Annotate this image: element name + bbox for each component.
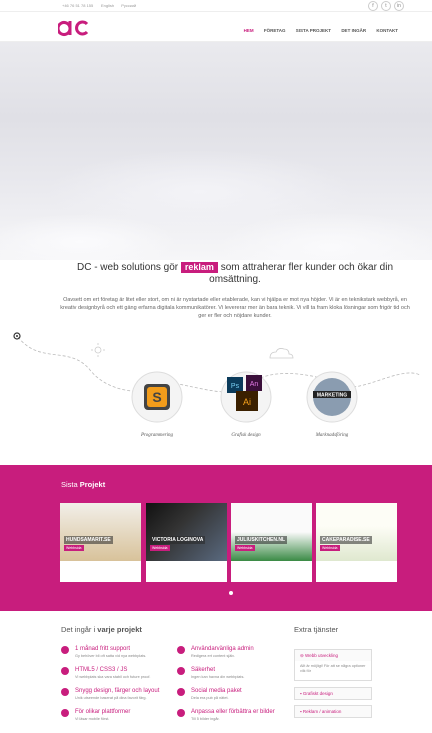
map-pin-icon xyxy=(13,332,21,340)
svg-text:Ai: Ai xyxy=(243,397,251,407)
tagline-highlight: reklam xyxy=(180,262,218,273)
project-card-juliuskitchen[interactable]: JULIUSKITCHEN.NL Webbsida xyxy=(231,503,312,582)
lock-icon xyxy=(177,667,185,675)
accordion-body: Allt är möjligt! För att se några option… xyxy=(294,661,372,681)
project-card-cakeparadise[interactable]: CAKEPARADISE.SE Webbsida xyxy=(316,503,397,582)
project-card-hundsamarit[interactable]: HUNDSAMARIT.SE Webbsida xyxy=(60,503,141,582)
sun-icon xyxy=(91,343,105,357)
project-name: HUNDSAMARIT.SE xyxy=(64,536,113,544)
main-nav: HEM FÖRETAG SISTA PROJEKT DET INGÅR KONT… xyxy=(235,28,398,33)
lang-english[interactable]: English xyxy=(101,3,114,8)
project-tag: Webbsida xyxy=(64,545,84,551)
nav-foretag[interactable]: FÖRETAG xyxy=(264,28,286,33)
palette-icon xyxy=(61,688,69,696)
devices-icon xyxy=(61,709,69,717)
code-icon xyxy=(61,667,69,675)
sublime-icon: S xyxy=(131,371,183,423)
tagline-after: som attraherar fler kunder och ökar din … xyxy=(209,262,394,285)
project-thumbnail xyxy=(60,503,141,561)
facebook-icon[interactable]: f xyxy=(368,1,378,11)
label-grafisk-design: Grafisk design xyxy=(231,433,261,438)
dashed-path xyxy=(17,336,421,393)
hero-clouds xyxy=(0,42,432,260)
slider-dot[interactable] xyxy=(229,591,233,595)
top-bar: +46 76 51 78 155 English Pусский f t in xyxy=(0,0,432,12)
svg-text:Ps: Ps xyxy=(231,383,240,390)
extra-title: Extra tjänster xyxy=(294,625,339,634)
twitter-icon[interactable]: t xyxy=(381,1,391,11)
feature-images: Anpassa eller förbättra er bilder Till 5… xyxy=(177,709,287,733)
project-tag: Webbsida xyxy=(150,545,170,551)
nav-kontakt[interactable]: KONTAKT xyxy=(376,28,398,33)
svg-text:S: S xyxy=(152,389,161,405)
project-name: CAKEPARADISE.SE xyxy=(320,536,372,544)
tagline-before: DC - web solutions gör xyxy=(76,262,179,273)
image-icon xyxy=(177,709,185,717)
phone-number: +46 76 51 78 155 xyxy=(62,3,94,8)
feature-platforms: För olikar plattformer Vi läsar mobile f… xyxy=(61,709,171,733)
nav-det-ingar[interactable]: DET INGÅR xyxy=(341,28,366,33)
intro-text: Oavsett om ert företag är litet eller st… xyxy=(60,297,410,319)
dc-logo[interactable] xyxy=(58,19,90,37)
project-name: VICTORIA LOGINOVA xyxy=(150,536,206,544)
accordion-grafiskt-design[interactable]: ▪ Grafiskt design xyxy=(294,687,372,700)
accordion-reklam-animation[interactable]: ▪ Reklam / animation xyxy=(294,705,372,718)
process-diagram: S Ps An Ai MARKETING Programmering Grafi… xyxy=(13,332,421,438)
project-name: JULIUSKITCHEN.NL xyxy=(235,536,288,544)
project-tag: Webbsida xyxy=(320,545,340,551)
project-thumbnail xyxy=(316,503,397,561)
nav-sista-projekt[interactable]: SISTA PROJEKT xyxy=(296,28,331,33)
label-marknadsforing: Marknadsföring xyxy=(315,433,349,438)
language-links: English Pусский xyxy=(101,3,142,8)
project-thumbnail xyxy=(231,503,312,561)
user-icon xyxy=(177,646,185,654)
project-tag: Webbsida xyxy=(235,545,255,551)
site-header: HEM FÖRETAG SISTA PROJEKT DET INGÅR KONT… xyxy=(0,12,432,42)
svg-text:MARKETING: MARKETING xyxy=(317,393,347,399)
included-title: Det ingår i varje projekt xyxy=(61,625,142,634)
svg-text:An: An xyxy=(250,381,259,388)
marketing-ball-icon: MARKETING xyxy=(306,371,358,423)
project-thumbnail xyxy=(146,503,227,561)
linkedin-icon[interactable]: in xyxy=(394,1,404,11)
lang-russian[interactable]: Pусский xyxy=(121,3,136,8)
project-card-victoria[interactable]: VICTORIA LOGINOVA Webbsida xyxy=(146,503,227,582)
cloud-icon xyxy=(269,348,294,359)
projects-title: Sista Projekt xyxy=(61,480,106,489)
support-icon xyxy=(61,646,69,654)
adobe-icon: Ps An Ai xyxy=(220,371,272,423)
label-programmering: Programmering xyxy=(140,433,174,438)
share-icon xyxy=(177,688,185,696)
tagline: DC - web solutions gör reklam som attrah… xyxy=(60,262,410,286)
nav-hem[interactable]: HEM xyxy=(244,28,254,33)
